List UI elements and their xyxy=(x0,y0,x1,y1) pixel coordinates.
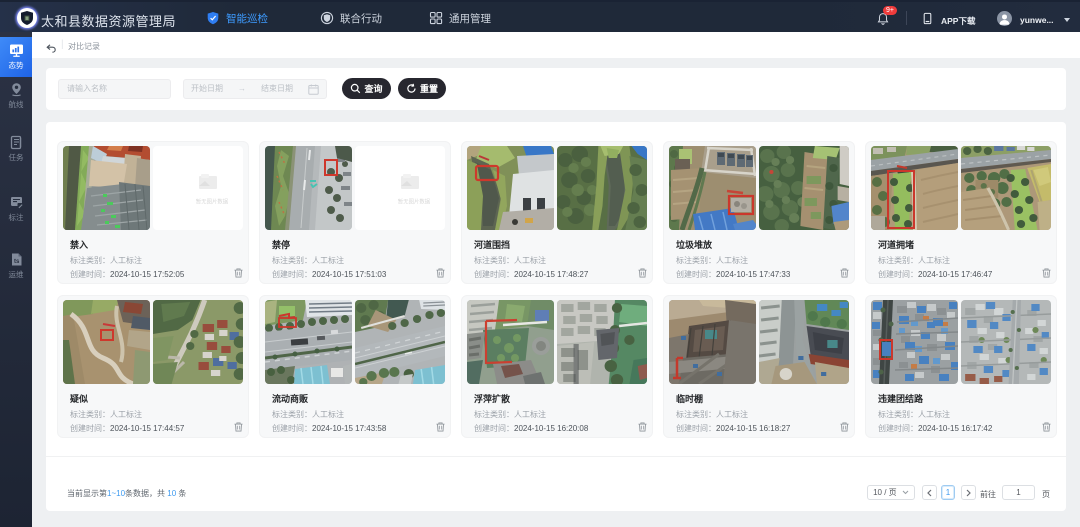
svg-text:ts: ts xyxy=(14,259,20,265)
